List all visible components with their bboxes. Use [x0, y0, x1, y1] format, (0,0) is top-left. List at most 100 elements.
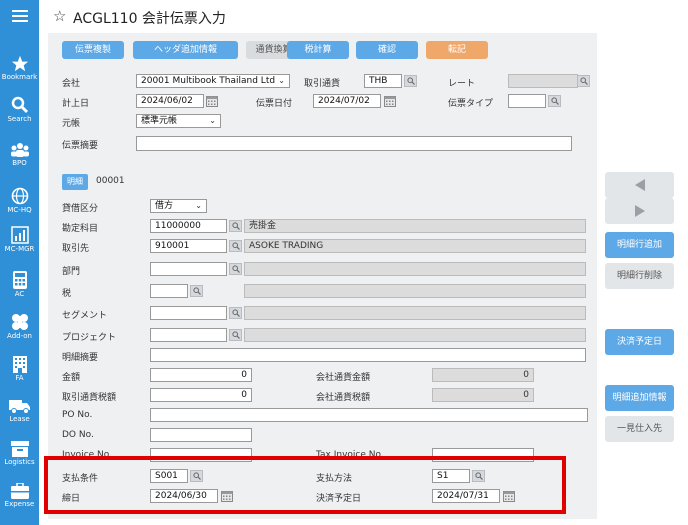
partner-label: 取引先 — [62, 244, 90, 254]
tax-name-display — [244, 284, 586, 298]
trans-currency-label: 取引通貨 — [304, 79, 341, 89]
sidebar-item-mc-hq[interactable]: MC-HQ — [0, 187, 39, 214]
partner-name-display: ASOKE TRADING — [244, 239, 586, 253]
dept-name-display — [244, 262, 586, 276]
sidebar-item-expense[interactable]: Expense — [0, 483, 39, 508]
po-label: PO No. — [62, 410, 93, 420]
company-select[interactable]: 20001 Multibook Thailand Ltd ⌄ — [136, 74, 290, 88]
one-time-vendor-button[interactable]: 一見仕入先 — [605, 416, 674, 442]
summary-label: 伝票摘要 — [62, 141, 99, 151]
search-icon — [405, 77, 416, 85]
account-label: 勘定科目 — [62, 224, 99, 234]
rate-search-button[interactable] — [577, 75, 590, 87]
rate-input — [508, 74, 578, 88]
add-line-button[interactable]: 明細行追加 — [605, 232, 674, 258]
account-code-input[interactable]: 11000000 — [150, 219, 227, 233]
account-name-display: 売掛金 — [244, 219, 586, 233]
trans-tax-label: 取引通貨税額 — [62, 393, 117, 403]
prev-line-button[interactable] — [605, 172, 674, 198]
bookmark-star-icon[interactable]: ☆ — [53, 7, 66, 25]
page-header: ☆ ACGL110 会計伝票入力 — [39, 0, 688, 32]
calendar-icon[interactable] — [206, 96, 218, 107]
project-input[interactable] — [150, 328, 227, 342]
tax-calc-button[interactable]: 税計算 — [287, 41, 349, 59]
search-icon — [578, 77, 589, 85]
header-add-info-button[interactable]: ヘッダ追加情報 — [133, 41, 238, 59]
doc-type-input[interactable] — [508, 94, 546, 108]
sidebar-item-ac[interactable]: AC — [0, 271, 39, 298]
page-title: ACGL110 会計伝票入力 — [73, 11, 226, 27]
calendar-icon[interactable] — [384, 96, 396, 107]
next-line-button[interactable] — [605, 198, 674, 224]
ledger-label: 元帳 — [62, 119, 81, 129]
segment-label: セグメント — [62, 311, 108, 321]
dc-select[interactable]: 借方 ⌄ — [150, 199, 207, 213]
tab-detail[interactable]: 明細 — [62, 174, 88, 190]
confirm-button[interactable]: 確認 — [356, 41, 418, 59]
line-summary-input[interactable] — [150, 348, 586, 362]
line-number: 00001 — [96, 176, 125, 186]
segment-input[interactable] — [150, 306, 227, 320]
briefcase-icon — [0, 483, 39, 499]
doc-type-search-button[interactable] — [548, 95, 561, 107]
posting-date-label: 計上日 — [62, 99, 90, 109]
trans-currency-input[interactable]: THB — [364, 74, 402, 88]
transfer-button[interactable]: 転記 — [426, 41, 488, 59]
calculator-icon — [0, 271, 39, 289]
amount-input[interactable]: 0 — [150, 368, 252, 382]
sidebar-item-search[interactable]: Search — [0, 96, 39, 123]
dc-label: 貸借区分 — [62, 204, 99, 214]
search-icon — [549, 97, 560, 105]
currency-search-button[interactable] — [404, 75, 417, 87]
sidebar-item-add-on[interactable]: Add-on — [0, 313, 39, 340]
search-icon — [230, 222, 241, 230]
partner-code-input[interactable]: 910001 — [150, 239, 227, 253]
project-search-button[interactable] — [229, 329, 242, 341]
doc-type-label: 伝票タイプ — [448, 99, 494, 109]
po-input[interactable] — [150, 408, 588, 422]
dept-search-button[interactable] — [229, 263, 242, 275]
partner-search-button[interactable] — [229, 240, 242, 252]
tax-search-button[interactable] — [190, 285, 203, 297]
do-label: DO No. — [62, 430, 94, 440]
segment-search-button[interactable] — [229, 307, 242, 319]
sidebar-item-bookmark[interactable]: Bookmark — [0, 55, 39, 81]
tax-input[interactable] — [150, 284, 188, 298]
copy-voucher-button[interactable]: 伝票複製 — [62, 41, 124, 59]
search-icon — [0, 96, 39, 114]
doc-date-input[interactable]: 2024/07/02 — [313, 94, 381, 108]
due-date-button[interactable]: 決済予定日 — [605, 329, 674, 355]
dept-input[interactable] — [150, 262, 227, 276]
search-icon — [230, 309, 241, 317]
sidebar-item-mc-mgr[interactable]: MC-MGR — [0, 226, 39, 253]
search-icon — [230, 331, 241, 339]
company-tax-display: 0 — [432, 388, 534, 402]
truck-icon — [0, 398, 39, 414]
segment-name-display — [244, 306, 586, 320]
do-input[interactable] — [150, 428, 252, 442]
line-add-info-button[interactable]: 明細追加情報 — [605, 385, 674, 411]
sidebar-item-label: Bookmark — [1, 73, 38, 81]
sidebar-menu[interactable] — [0, 9, 39, 23]
account-search-button[interactable] — [229, 220, 242, 232]
star-icon — [0, 55, 39, 72]
hamburger-menu-icon — [0, 9, 39, 23]
sidebar-item-lease[interactable]: Lease — [0, 398, 39, 423]
ledger-select[interactable]: 標準元帳 ⌄ — [136, 114, 221, 128]
sidebar-item-label: MC-MGR — [4, 245, 35, 253]
summary-input[interactable] — [136, 136, 572, 151]
chevron-down-icon: ⌄ — [195, 201, 202, 210]
trans-tax-input[interactable]: 0 — [150, 388, 252, 402]
sidebar-item-label: FA — [15, 374, 24, 382]
company-amount-label: 会社通貨金額 — [316, 373, 371, 383]
sidebar-item-label: Lease — [9, 415, 30, 423]
sidebar-item-logistics[interactable]: Logistics — [0, 441, 39, 466]
project-name-display — [244, 328, 586, 342]
triangle-right-icon — [633, 205, 647, 221]
delete-line-button[interactable]: 明細行削除 — [605, 263, 674, 289]
sidebar-item-bpo[interactable]: BPO — [0, 142, 39, 167]
chevron-down-icon: ⌄ — [278, 76, 285, 85]
posting-date-input[interactable]: 2024/06/02 — [136, 94, 204, 108]
sidebar-item-fa[interactable]: FA — [0, 355, 39, 382]
chevron-down-icon: ⌄ — [209, 116, 216, 125]
